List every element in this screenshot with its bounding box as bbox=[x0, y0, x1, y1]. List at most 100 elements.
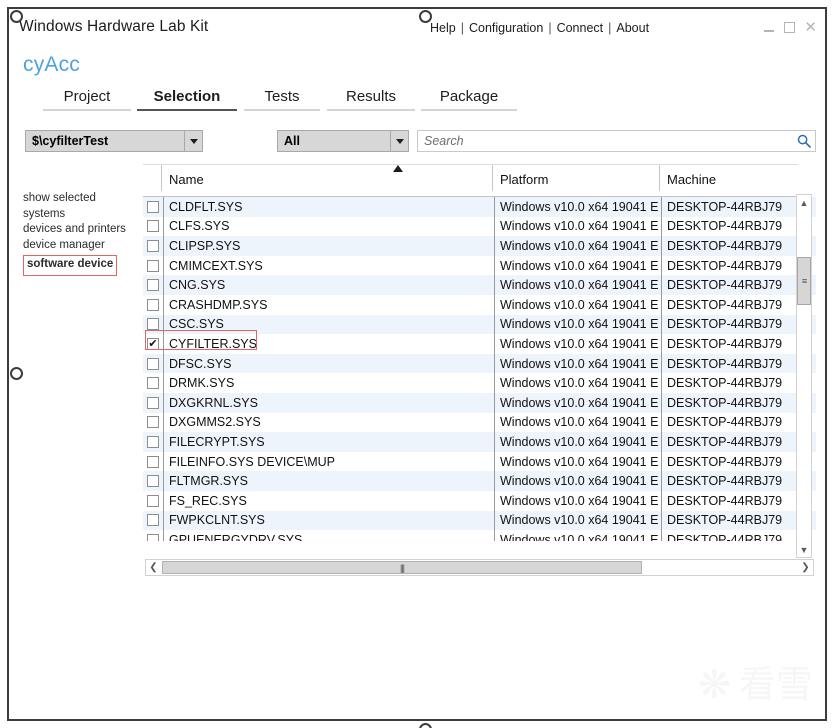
row-checkbox[interactable] bbox=[147, 220, 159, 232]
search-input[interactable]: Search bbox=[418, 134, 793, 148]
scroll-down-icon[interactable]: ▼ bbox=[797, 542, 811, 557]
tab-bar: Project Selection Tests Results Package bbox=[23, 88, 813, 116]
table-row[interactable]: CLFS.SYSWindows v10.0 x64 19041 EDESKTOP… bbox=[143, 217, 816, 237]
table-row[interactable]: ✔CYFILTER.SYSWindows v10.0 x64 19041 EDE… bbox=[143, 334, 816, 354]
project-brand: cyAcc bbox=[23, 53, 80, 77]
chevron-down-icon[interactable] bbox=[184, 131, 202, 151]
table-row[interactable]: FLTMGR.SYSWindows v10.0 x64 19041 EDESKT… bbox=[143, 471, 816, 491]
table-row[interactable]: CMIMCEXT.SYSWindows v10.0 x64 19041 EDES… bbox=[143, 256, 816, 276]
row-checkbox[interactable] bbox=[147, 534, 159, 541]
vertical-scrollbar[interactable]: ▲ ≡ ▼ bbox=[796, 194, 812, 558]
table-row[interactable]: DXGKRNL.SYSWindows v10.0 x64 19041 EDESK… bbox=[143, 393, 816, 413]
row-checkbox[interactable] bbox=[147, 416, 159, 428]
minimize-icon[interactable] bbox=[764, 21, 775, 34]
row-checkbox[interactable] bbox=[147, 456, 159, 468]
column-divider bbox=[494, 197, 495, 217]
table-row[interactable]: FILECRYPT.SYSWindows v10.0 x64 19041 EDE… bbox=[143, 432, 816, 452]
row-checkbox[interactable] bbox=[147, 495, 159, 507]
column-header-name[interactable]: Name bbox=[169, 172, 204, 187]
cell-platform: Windows v10.0 x64 19041 E bbox=[500, 219, 660, 233]
scroll-left-icon[interactable]: ❮ bbox=[146, 560, 161, 575]
tab-package[interactable]: Package bbox=[421, 88, 517, 111]
row-checkbox[interactable] bbox=[147, 397, 159, 409]
scroll-right-icon[interactable]: ❯ bbox=[798, 560, 813, 575]
table-row[interactable]: CRASHDMP.SYSWindows v10.0 x64 19041 EDES… bbox=[143, 295, 816, 315]
cell-name: DXGKRNL.SYS bbox=[169, 396, 258, 410]
tab-project[interactable]: Project bbox=[43, 88, 131, 111]
column-divider bbox=[494, 315, 495, 335]
tab-tests[interactable]: Tests bbox=[244, 88, 320, 111]
table-row[interactable]: CNG.SYSWindows v10.0 x64 19041 EDESKTOP-… bbox=[143, 275, 816, 295]
table-row[interactable]: DRMK.SYSWindows v10.0 x64 19041 EDESKTOP… bbox=[143, 373, 816, 393]
row-checkbox[interactable] bbox=[147, 299, 159, 311]
row-checkbox[interactable] bbox=[147, 377, 159, 389]
cell-platform: Windows v10.0 x64 19041 E bbox=[500, 494, 660, 508]
column-header-machine[interactable]: Machine bbox=[667, 172, 716, 187]
column-divider bbox=[494, 511, 495, 531]
resize-handle-top-left[interactable] bbox=[10, 10, 23, 23]
column-divider bbox=[494, 491, 495, 511]
maximize-icon[interactable] bbox=[784, 22, 795, 33]
cell-platform: Windows v10.0 x64 19041 E bbox=[500, 298, 660, 312]
table-row[interactable]: GPUENERGYDRV.SYSWindows v10.0 x64 19041 … bbox=[143, 530, 816, 541]
row-checkbox[interactable] bbox=[147, 240, 159, 252]
chevron-down-icon[interactable] bbox=[390, 131, 408, 151]
menu-item-connect[interactable]: Connect bbox=[556, 21, 605, 35]
menu-item-about[interactable]: About bbox=[615, 21, 650, 35]
tab-tests-underline bbox=[244, 109, 320, 112]
column-header-name-label: Name bbox=[169, 172, 204, 187]
cell-name: CSC.SYS bbox=[169, 317, 224, 331]
table-row[interactable]: FS_REC.SYSWindows v10.0 x64 19041 EDESKT… bbox=[143, 491, 816, 511]
table-row[interactable]: CLDFLT.SYSWindows v10.0 x64 19041 EDESKT… bbox=[143, 197, 816, 217]
search-box[interactable]: Search bbox=[417, 130, 816, 152]
row-checkbox[interactable] bbox=[147, 201, 159, 213]
resize-handle-middle-left[interactable] bbox=[10, 367, 23, 380]
table-row[interactable]: DXGMMS2.SYSWindows v10.0 x64 19041 EDESK… bbox=[143, 413, 816, 433]
sidebar-item-show-selected[interactable]: show selected bbox=[23, 191, 131, 207]
cell-name: CLFS.SYS bbox=[169, 219, 229, 233]
column-divider bbox=[661, 236, 662, 256]
table-row[interactable]: CSC.SYSWindows v10.0 x64 19041 EDESKTOP-… bbox=[143, 315, 816, 335]
column-divider bbox=[163, 452, 164, 472]
menu-separator-1: | bbox=[457, 21, 468, 35]
row-checkbox[interactable] bbox=[147, 475, 159, 487]
column-header-platform[interactable]: Platform bbox=[500, 172, 548, 187]
sidebar-item-systems[interactable]: systems bbox=[23, 207, 131, 223]
sort-ascending-caret-icon[interactable] bbox=[393, 165, 403, 172]
filter-dropdown[interactable]: All bbox=[277, 130, 409, 152]
row-checkbox[interactable] bbox=[147, 436, 159, 448]
tab-package-label: Package bbox=[421, 88, 517, 105]
tab-selection[interactable]: Selection bbox=[137, 88, 237, 111]
scroll-up-icon[interactable]: ▲ bbox=[797, 195, 811, 210]
tab-project-underline bbox=[43, 109, 131, 112]
sidebar-item-software-device[interactable]: software device bbox=[23, 255, 117, 276]
table-row[interactable]: DFSC.SYSWindows v10.0 x64 19041 EDESKTOP… bbox=[143, 354, 816, 374]
sidebar-item-devices-and-printers[interactable]: devices and printers bbox=[23, 222, 131, 238]
table-row[interactable]: FWPKCLNT.SYSWindows v10.0 x64 19041 EDES… bbox=[143, 511, 816, 531]
row-checkbox[interactable] bbox=[147, 358, 159, 370]
table-row[interactable]: FILEINFO.SYS DEVICE\MUPWindows v10.0 x64… bbox=[143, 452, 816, 472]
row-checkbox[interactable] bbox=[147, 260, 159, 272]
resize-handle-bottom-center[interactable] bbox=[419, 723, 432, 728]
row-checkbox[interactable]: ✔ bbox=[147, 338, 159, 350]
search-icon[interactable] bbox=[793, 131, 815, 151]
row-checkbox[interactable] bbox=[147, 318, 159, 330]
horizontal-scrollbar[interactable]: ❮ ||| ❯ bbox=[145, 559, 814, 576]
test-suite-dropdown[interactable]: $\cyfilterTest bbox=[25, 130, 203, 152]
resize-handle-top-center[interactable] bbox=[419, 10, 432, 23]
sidebar-item-device-manager[interactable]: device manager bbox=[23, 238, 131, 254]
cell-name: CYFILTER.SYS bbox=[169, 337, 257, 351]
row-checkbox[interactable] bbox=[147, 514, 159, 526]
close-icon[interactable]: ✕ bbox=[804, 22, 817, 33]
menu-item-configuration[interactable]: Configuration bbox=[468, 21, 544, 35]
table-row[interactable]: CLIPSP.SYSWindows v10.0 x64 19041 EDESKT… bbox=[143, 236, 816, 256]
cell-platform: Windows v10.0 x64 19041 E bbox=[500, 455, 660, 469]
cell-platform: Windows v10.0 x64 19041 E bbox=[500, 474, 660, 488]
menu-item-help[interactable]: Help bbox=[429, 21, 457, 35]
row-checkbox[interactable] bbox=[147, 279, 159, 291]
column-divider bbox=[661, 413, 662, 433]
vertical-scrollbar-thumb[interactable]: ≡ bbox=[797, 257, 811, 305]
horizontal-scrollbar-thumb[interactable]: ||| bbox=[162, 561, 642, 574]
column-divider bbox=[163, 530, 164, 541]
tab-results[interactable]: Results bbox=[327, 88, 415, 111]
